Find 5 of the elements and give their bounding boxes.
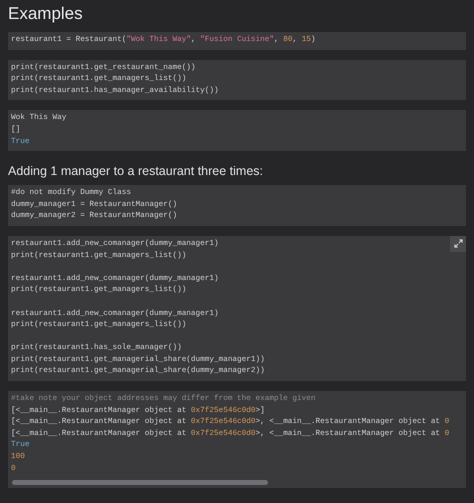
expand-icon <box>454 239 462 248</box>
horizontal-scrollbar[interactable] <box>12 480 268 486</box>
section-heading: Adding 1 manager to a restaurant three times: <box>8 163 264 180</box>
expand-button[interactable] <box>450 236 466 252</box>
section-heading: Examples <box>8 3 84 25</box>
